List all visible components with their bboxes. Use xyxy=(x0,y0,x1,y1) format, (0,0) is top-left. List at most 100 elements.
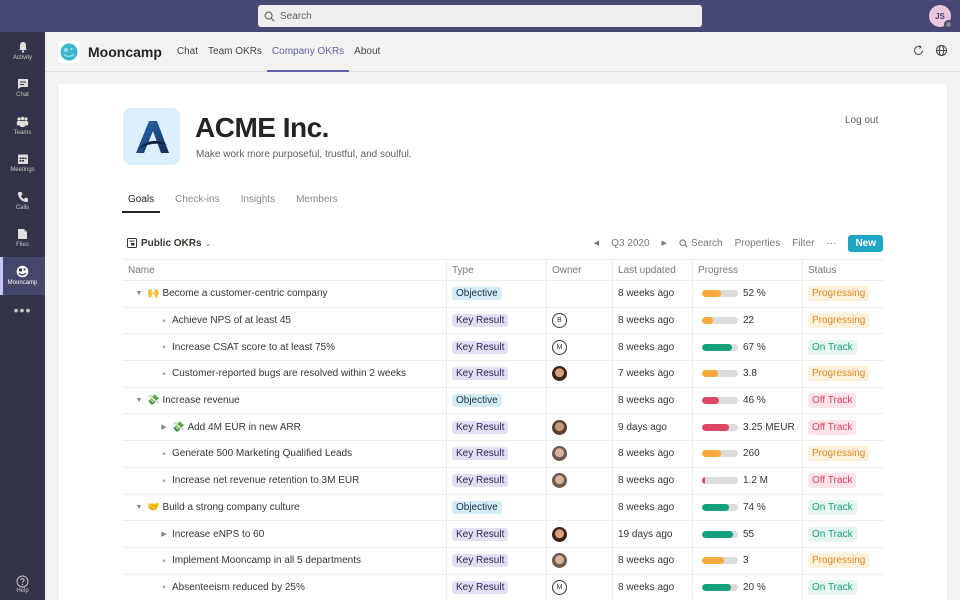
key-result-row[interactable]: • Absenteeism reduced by 25% Key Result M 8 … xyxy=(123,574,883,600)
key-result-row[interactable]: • Implement Mooncamp in all 5 departments… xyxy=(123,547,883,575)
status-cell[interactable]: Progressing xyxy=(803,308,883,334)
tab-members[interactable]: Members xyxy=(290,190,344,213)
goal-name[interactable]: Customer-reported bugs are resolved with… xyxy=(172,368,406,379)
goal-name[interactable]: Implement Mooncamp in all 5 departments xyxy=(172,555,361,566)
owner-cell[interactable] xyxy=(547,414,613,441)
rail-item-files[interactable]: Files xyxy=(0,220,45,258)
objective-row[interactable]: ▼ 🙌 Become a customer-centric company Objec… xyxy=(123,281,883,308)
column-header-status[interactable]: Status xyxy=(803,260,883,280)
name-cell[interactable]: • Generate 500 Marketing Qualified Leads xyxy=(123,441,447,467)
period-label[interactable]: Q3 2020 xyxy=(605,238,655,249)
owner-avatar[interactable]: B xyxy=(552,313,567,329)
app-tab-about[interactable]: About xyxy=(349,32,385,72)
status-cell[interactable]: Off Track xyxy=(803,388,883,414)
status-cell[interactable]: On Track xyxy=(803,495,883,521)
column-header-name[interactable]: Name xyxy=(123,260,447,280)
refresh-icon[interactable] xyxy=(912,44,925,57)
name-cell[interactable]: ▶ Increase eNPS to 60 xyxy=(123,521,447,547)
name-cell[interactable]: ▶ 💸 Add 4M EUR in new ARR xyxy=(123,414,447,441)
caret-right-icon[interactable]: ▶ xyxy=(158,423,170,431)
next-period-button[interactable]: ▶ xyxy=(656,239,673,247)
status-cell[interactable]: On Track xyxy=(803,334,883,360)
app-tab-team-okrs[interactable]: Team OKRs xyxy=(203,32,267,72)
owner-cell[interactable]: B xyxy=(547,307,613,334)
rail-item-teams[interactable]: Teams xyxy=(0,107,45,145)
status-cell[interactable]: Progressing xyxy=(803,281,883,307)
status-cell[interactable]: Progressing xyxy=(803,361,883,387)
name-cell[interactable]: • Achieve NPS of at least 45 xyxy=(123,307,447,334)
owner-avatar[interactable] xyxy=(552,366,567,382)
name-cell[interactable]: • Absenteeism reduced by 25% xyxy=(123,574,447,600)
name-cell[interactable]: • Increase net revenue retention to 3M EU… xyxy=(123,467,447,494)
rail-item-calls[interactable]: Calls xyxy=(0,182,45,220)
goal-name[interactable]: Generate 500 Marketing Qualified Leads xyxy=(172,448,352,459)
rail-item-meetings[interactable]: Meetings xyxy=(0,145,45,183)
owner-cell[interactable] xyxy=(547,441,613,467)
rail-item-help[interactable]: Help xyxy=(0,568,45,600)
column-header-progress[interactable]: Progress xyxy=(693,260,803,280)
rail-item-chat[interactable]: Chat xyxy=(0,70,45,108)
owner-cell[interactable] xyxy=(547,361,613,387)
key-result-row[interactable]: • Customer-reported bugs are resolved wit… xyxy=(123,361,883,388)
column-header-owner[interactable]: Owner xyxy=(547,260,613,280)
user-avatar[interactable]: JS xyxy=(929,5,953,29)
app-tab-chat[interactable]: Chat xyxy=(172,32,203,72)
new-button[interactable]: New xyxy=(848,234,883,252)
goal-name[interactable]: Increase CSAT score to at least 75% xyxy=(172,342,335,353)
key-result-row[interactable]: • Increase CSAT score to at least 75% Key … xyxy=(123,334,883,362)
name-cell[interactable]: ▼ 🤝 Build a strong company culture xyxy=(123,494,447,521)
goal-name[interactable]: Achieve NPS of at least 45 xyxy=(172,315,291,326)
key-result-row[interactable]: ▶ 💸 Add 4M EUR in new ARR Key Result 9 days … xyxy=(123,414,883,442)
tab-check-ins[interactable]: Check-ins xyxy=(169,190,225,213)
column-header-last-updated[interactable]: Last updated xyxy=(613,260,693,280)
key-result-row[interactable]: • Achieve NPS of at least 45 Key Result B 8 … xyxy=(123,307,883,335)
owner-avatar[interactable] xyxy=(552,473,567,489)
tab-insights[interactable]: Insights xyxy=(235,190,281,213)
goal-name[interactable]: Increase eNPS to 60 xyxy=(172,529,264,540)
status-cell[interactable]: Off Track xyxy=(803,468,883,494)
caret-right-icon[interactable]: ▶ xyxy=(158,530,170,538)
owner-avatar[interactable] xyxy=(552,526,567,542)
filter-button[interactable]: Filter xyxy=(786,238,820,249)
owner-cell[interactable]: M xyxy=(547,574,613,600)
key-result-row[interactable]: • Generate 500 Marketing Qualified Leads K… xyxy=(123,441,883,468)
status-cell[interactable]: Progressing xyxy=(803,441,883,467)
goal-name[interactable]: Increase net revenue retention to 3M EUR xyxy=(172,475,359,486)
goal-name[interactable]: Absenteeism reduced by 25% xyxy=(172,582,305,593)
owner-avatar[interactable] xyxy=(552,446,567,462)
objective-row[interactable]: ▼ 💸 Increase revenue Objective 8 weeks ago 46… xyxy=(123,387,883,415)
search-button[interactable]: Search xyxy=(673,238,729,249)
previous-period-button[interactable]: ◀ xyxy=(588,239,605,247)
name-cell[interactable]: ▼ 🙌 Become a customer-centric company xyxy=(123,281,447,307)
more-apps-button[interactable]: ••• xyxy=(0,295,45,325)
app-tab-company-okrs[interactable]: Company OKRs xyxy=(266,32,350,72)
owner-cell[interactable] xyxy=(547,494,613,521)
owner-cell[interactable] xyxy=(547,521,613,547)
search-input[interactable]: Search xyxy=(258,5,702,27)
owner-avatar[interactable]: M xyxy=(552,339,567,355)
owner-avatar[interactable] xyxy=(552,553,567,569)
owner-cell[interactable]: M xyxy=(547,334,613,361)
goal-name[interactable]: Increase revenue xyxy=(162,395,239,406)
status-cell[interactable]: Progressing xyxy=(803,548,883,574)
owner-cell[interactable] xyxy=(547,281,613,307)
rail-item-mooncamp[interactable]: Mooncamp xyxy=(0,257,45,295)
goal-name[interactable]: Add 4M EUR in new ARR xyxy=(187,422,300,433)
owner-cell[interactable] xyxy=(547,467,613,494)
owner-cell[interactable] xyxy=(547,387,613,414)
more-options-button[interactable]: ··· xyxy=(820,238,842,249)
objective-row[interactable]: ▼ 🤝 Build a strong company culture Objectiv… xyxy=(123,494,883,522)
name-cell[interactable]: • Implement Mooncamp in all 5 departments xyxy=(123,547,447,574)
rail-item-activity[interactable]: Activity xyxy=(0,32,45,70)
status-cell[interactable]: On Track xyxy=(803,575,883,600)
owner-avatar[interactable] xyxy=(552,419,567,435)
logout-link[interactable]: Log out xyxy=(845,115,878,126)
name-cell[interactable]: • Increase CSAT score to at least 75% xyxy=(123,334,447,361)
tab-goals[interactable]: Goals xyxy=(122,190,161,213)
owner-avatar[interactable]: M xyxy=(552,579,567,595)
goal-name[interactable]: Build a strong company culture xyxy=(162,502,299,513)
status-cell[interactable]: Off Track xyxy=(803,414,883,440)
owner-cell[interactable] xyxy=(547,547,613,574)
column-header-type[interactable]: Type xyxy=(447,260,547,280)
globe-icon[interactable] xyxy=(935,44,948,57)
